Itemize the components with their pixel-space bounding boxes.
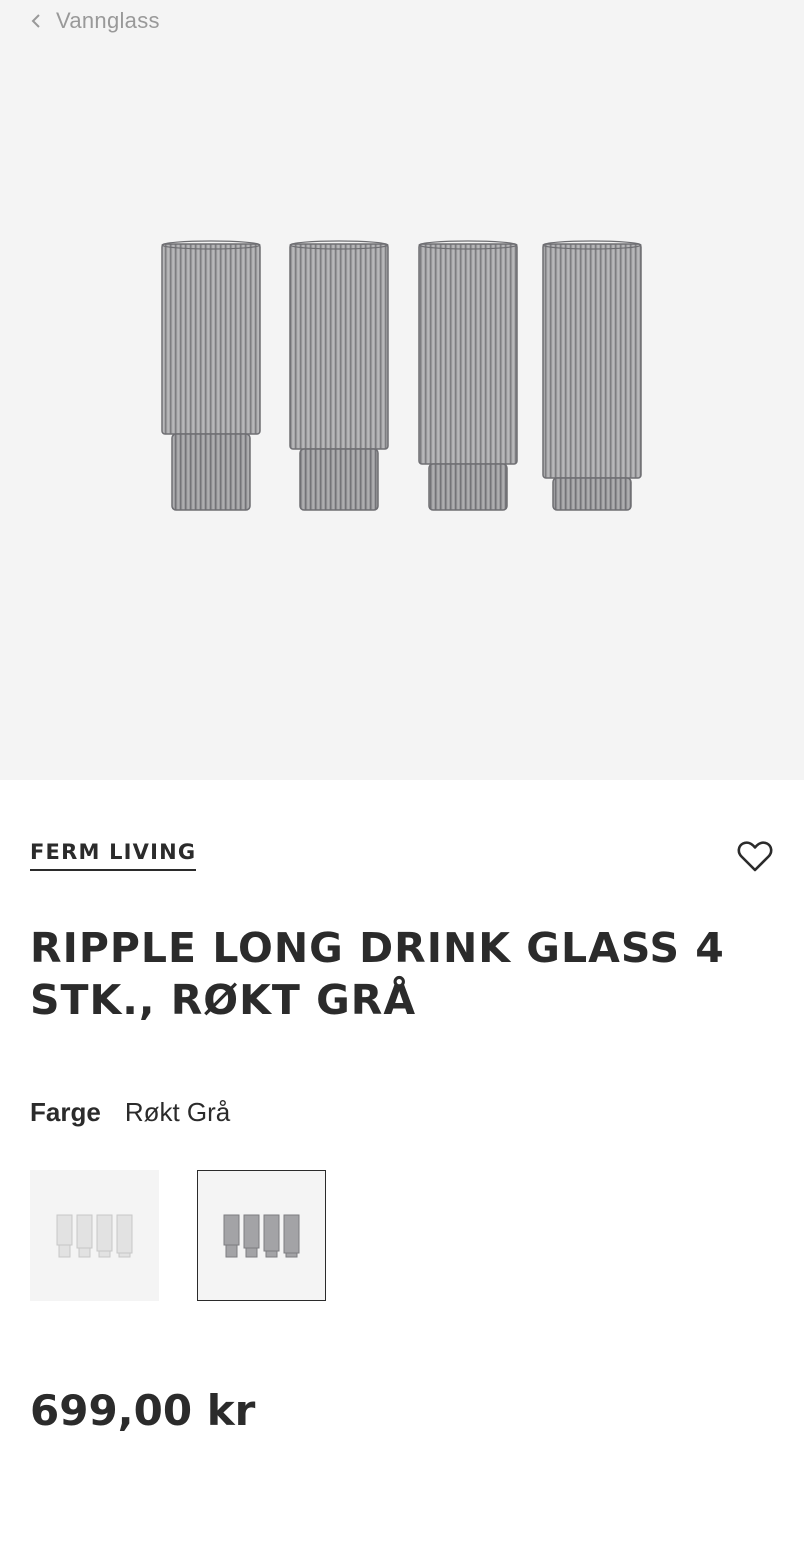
swatch-clear[interactable] — [30, 1170, 159, 1301]
glass-4 — [542, 240, 642, 511]
color-swatches — [30, 1170, 326, 1301]
chevron-left-icon — [31, 14, 40, 28]
back-link[interactable]: Vannglass — [30, 6, 160, 36]
color-label: Farge — [30, 1097, 101, 1127]
glass-1 — [161, 240, 261, 511]
product-title: RIPPLE LONG DRINK GLASS 4 STK., RØKT GRÅ — [30, 924, 725, 1024]
glass-2 — [289, 240, 389, 511]
product-image-area: Vannglass — [0, 0, 804, 780]
product-price: 699,00 kr — [30, 1386, 256, 1435]
glass-3 — [418, 240, 518, 511]
selected-color-value: Røkt Grå — [124, 1097, 231, 1127]
product-image[interactable] — [150, 230, 654, 525]
swatch-smoked-grey[interactable] — [197, 1170, 326, 1301]
back-link-label: Vannglass — [56, 8, 160, 33]
heart-outline-icon[interactable] — [735, 836, 775, 876]
swatch-smoked-grey-image — [223, 1214, 299, 1257]
color-selector-label: Farge Røkt Grå — [30, 1096, 230, 1128]
brand-link[interactable]: FERM LIVING — [30, 840, 197, 871]
swatch-clear-image — [56, 1214, 132, 1257]
